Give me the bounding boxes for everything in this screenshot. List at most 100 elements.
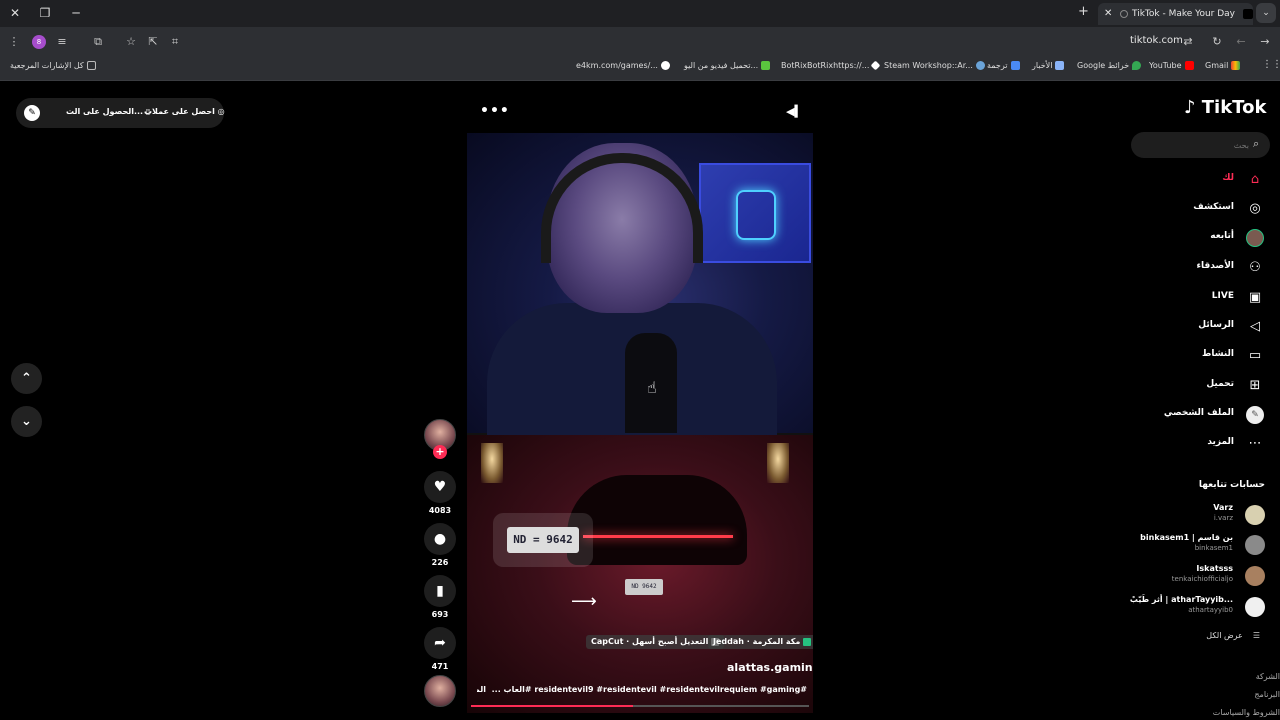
botrix-icon xyxy=(870,60,881,71)
reading-list-icon[interactable]: ≡ xyxy=(54,34,70,50)
caption-more-link[interactable]: المزيد xyxy=(477,685,486,694)
bookmark-botrix[interactable]: BotRixBotRixhttps://... xyxy=(781,60,881,71)
music-disc-avatar[interactable] xyxy=(424,675,456,707)
get-coins-button[interactable]: احصل على عملات ◎ xyxy=(144,107,225,116)
account-handle: binkasem1 xyxy=(1194,544,1233,552)
get-app-banner[interactable]: ✎ الحصول على الت... ▯ احصل على عملات ◎ xyxy=(16,98,225,128)
search-box[interactable]: ⌕ xyxy=(1131,132,1270,158)
footer-program-link[interactable]: البرنامج xyxy=(1200,690,1280,699)
nav-upload[interactable]: تحميل ⊞ xyxy=(1140,377,1270,397)
site-settings-icon[interactable]: ⇄ xyxy=(1180,34,1196,50)
save-button[interactable]: ▮ 693 xyxy=(423,575,457,619)
nav-messages[interactable]: الرسائل ◁ xyxy=(1140,318,1270,338)
bookmark-gmail[interactable]: Gmail xyxy=(1205,61,1241,70)
share-arrow-icon: ➦ xyxy=(424,627,456,659)
bookmark-label: ترجمة xyxy=(987,61,1008,70)
license-plate: ND 9642 xyxy=(625,579,663,595)
following-account[interactable]: أثر طَيّبْ | atharTayyib... athartayyib0 xyxy=(1100,595,1265,623)
folder-icon xyxy=(86,61,96,70)
nav-label: LIVE xyxy=(1211,291,1234,301)
video-progress-bar[interactable] xyxy=(471,705,809,707)
bookmark-label: YouTube xyxy=(1149,61,1182,70)
restore-window-icon[interactable]: ❐ xyxy=(35,4,55,22)
nav-profile[interactable]: الملف الشخصي ✎ xyxy=(1140,406,1270,426)
previous-video-button[interactable]: ⌃ xyxy=(11,363,42,394)
translate-icon[interactable]: ⌗ xyxy=(167,34,183,50)
footer-terms-link[interactable]: الشروط والسياسات xyxy=(1200,708,1280,717)
nav-more[interactable]: المزيد ⋯ xyxy=(1140,435,1270,455)
follow-plus-icon[interactable]: + xyxy=(433,445,447,459)
new-tab-button[interactable]: + xyxy=(1078,4,1089,19)
get-app-label: الحصول على الت... xyxy=(66,107,144,116)
menu-dots-icon[interactable]: ⋮ xyxy=(6,34,22,50)
bookmark-all[interactable]: كل الإشارات المرجعية xyxy=(10,61,96,70)
profile-avatar[interactable]: 8 xyxy=(32,35,46,49)
bookmark-maps[interactable]: Google خرائط xyxy=(1077,61,1142,70)
close-window-icon[interactable]: ✕ xyxy=(5,4,25,22)
logo-text: TikTok xyxy=(1201,97,1267,118)
reload-icon[interactable]: ↻ xyxy=(1209,34,1225,50)
see-all-button[interactable]: عرض الكل ☰ xyxy=(1140,631,1260,640)
maps-icon xyxy=(1132,61,1142,70)
translate-icon xyxy=(1010,61,1020,70)
video-player[interactable]: ☝ ND = 9642 ND 9642 ⟶ CapCut · التعديل أ… xyxy=(467,133,813,713)
next-video-button[interactable]: ⌄ xyxy=(11,406,42,437)
tab-search-icon[interactable]: ⌄ xyxy=(1256,3,1276,23)
bookmark-translate[interactable]: ترجمة xyxy=(987,61,1020,70)
back-icon[interactable]: ← xyxy=(1233,34,1249,50)
following-account[interactable]: Varz i.varz xyxy=(1100,503,1265,531)
extensions-icon[interactable]: ⧉ xyxy=(90,34,106,50)
nav-friends[interactable]: الأصدقاء ⚇ xyxy=(1140,259,1270,279)
apps-grid-icon[interactable]: ⋮⋮ xyxy=(1262,59,1280,70)
gmail-icon xyxy=(1231,61,1241,70)
minimize-window-icon[interactable]: ─ xyxy=(66,4,86,22)
nav-following[interactable]: أتابعه xyxy=(1140,229,1270,249)
comment-button[interactable]: ● 226 xyxy=(423,523,457,567)
account-avatar xyxy=(1245,566,1265,586)
bookmark-label: كل الإشارات المرجعية xyxy=(10,61,84,70)
capcut-tag[interactable]: CapCut · التعديل أصبح أسهل xyxy=(586,635,725,649)
search-input[interactable] xyxy=(1139,136,1249,154)
share-count: 471 xyxy=(431,662,449,671)
share-button[interactable]: ➦ 471 xyxy=(423,627,457,671)
forward-icon[interactable]: → xyxy=(1257,34,1273,50)
footer-company-link[interactable]: الشركة xyxy=(1200,672,1280,681)
bookmark-youtube[interactable]: YouTube xyxy=(1149,61,1194,70)
background-monitor xyxy=(699,163,811,263)
nav-live[interactable]: LIVE ▣ xyxy=(1140,289,1270,309)
like-count: 4083 xyxy=(428,506,452,515)
more-options-icon[interactable]: ••• xyxy=(480,103,510,119)
bookmark-steam[interactable]: Steam Workshop::Ar... xyxy=(884,61,985,70)
browser-tab[interactable]: ✕ TikTok - Make Your Day xyxy=(1098,3,1253,25)
close-tab-icon[interactable]: ✕ xyxy=(1104,3,1112,25)
news-icon xyxy=(1055,61,1065,70)
account-avatar xyxy=(1245,597,1265,617)
profile-icon: ✎ xyxy=(1246,406,1264,424)
bookmark-star-icon[interactable]: ☆ xyxy=(123,34,139,50)
save-count: 693 xyxy=(431,610,449,619)
location-tag[interactable]: Jeddah · مكة المكرمة xyxy=(708,635,813,649)
bookmark-label: e4km.com/games/... xyxy=(576,61,658,70)
tiktok-logo[interactable]: ♪ TikTok xyxy=(1184,97,1266,118)
following-account[interactable]: Iskatsss tenkaichiofficialjo xyxy=(1100,564,1265,592)
bookmark-youtube-downloader[interactable]: تحميل فيديو من اليو... xyxy=(684,61,771,70)
following-account[interactable]: binkasem1 | بن قاسم binkasem1 xyxy=(1100,533,1265,561)
address-bar[interactable]: tiktok.com xyxy=(1130,35,1183,46)
nav-explore[interactable]: استكشف ◎ xyxy=(1140,200,1270,220)
steam-icon xyxy=(975,61,985,70)
volume-icon[interactable]: ◀▍ xyxy=(786,105,803,119)
get-app-button[interactable]: الحصول على الت... ▯ xyxy=(66,107,150,116)
video-author[interactable]: alattas.gaming xyxy=(727,661,813,674)
nav-activity[interactable]: النشاط ▭ xyxy=(1140,347,1270,367)
browser-tab-bar: ✕ ❐ ─ + ✕ TikTok - Make Your Day ⌄ xyxy=(0,0,1280,27)
bookmark-label: BotRixBotRixhttps://... xyxy=(781,61,870,70)
like-button[interactable]: ♥ 4083 xyxy=(423,471,457,515)
search-icon[interactable]: ⌕ xyxy=(1253,137,1259,151)
list-icon: ☰ xyxy=(1252,631,1260,640)
bookmark-e4km[interactable]: e4km.com/games/... xyxy=(576,61,670,70)
bookmark-news[interactable]: الأخبار xyxy=(1032,61,1065,70)
nav-for-you[interactable]: لك ⌂ xyxy=(1140,171,1270,191)
nav-label: المزيد xyxy=(1207,437,1234,447)
share-icon[interactable]: ⇱ xyxy=(145,34,161,50)
car xyxy=(567,475,747,565)
